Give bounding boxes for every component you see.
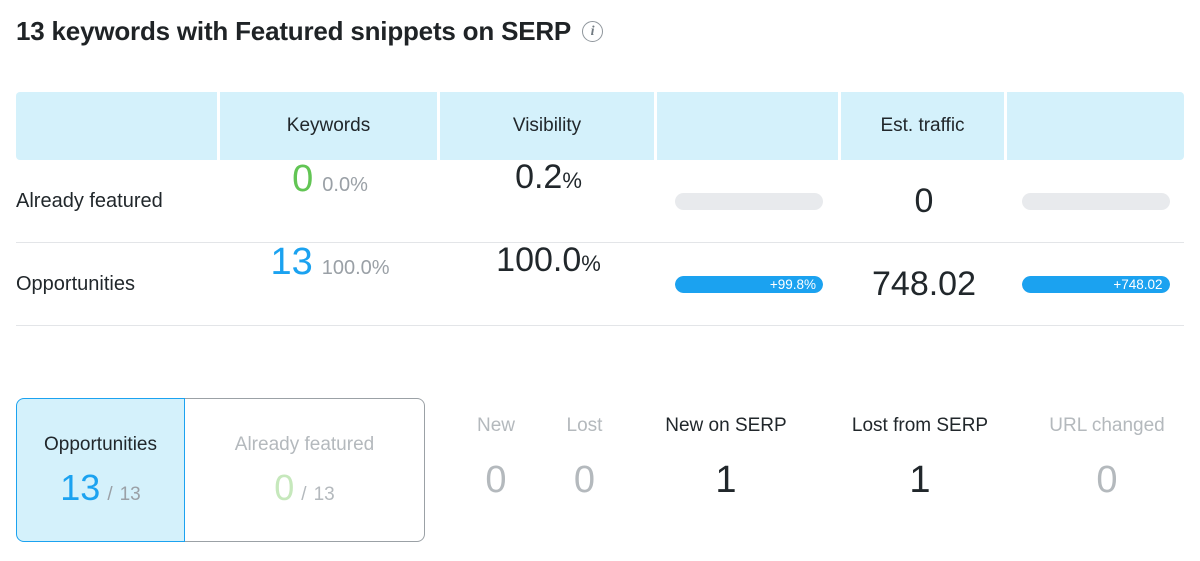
stat-new-label: New	[476, 415, 515, 436]
visibility-unit: %	[581, 251, 601, 276]
table-header-row: Keywords Visibility Est. traffic	[16, 92, 1184, 160]
visibility-progress-bar	[675, 192, 823, 210]
tab-already-featured-total: 13	[313, 484, 335, 505]
tab-opportunities-label: Opportunities	[43, 434, 157, 455]
stat-lost-value: 0	[573, 459, 596, 501]
table-header-cell-blank-left	[16, 92, 220, 160]
stat-url-changed-value: 0	[1096, 459, 1118, 501]
keywords-count: 0	[292, 158, 314, 200]
est-traffic-cell: 0	[841, 160, 1007, 242]
traffic-progress-bar	[1021, 192, 1170, 210]
page-title: 13 keywords with Featured snippets on SE…	[16, 16, 572, 46]
stat-lost-label: Lost	[566, 415, 603, 436]
tab-already-featured-separator: /	[301, 484, 307, 505]
stat-new-on-serp-label: New on SERP	[665, 415, 787, 436]
traffic-progress-label: +748.02	[1113, 276, 1163, 292]
tab-opportunities-value: 13	[60, 467, 101, 508]
panel-header: 13 keywords with Featured snippets on SE…	[16, 16, 604, 47]
stat-lost-from-serp-label: Lost from SERP	[851, 415, 989, 436]
keywords-percent: 0.0%	[322, 174, 368, 196]
stat-url-changed[interactable]: URL changed 0	[1017, 415, 1197, 499]
visibility-cell: 0.2 %	[440, 160, 657, 242]
est-traffic-cell: 748.02	[841, 243, 1007, 325]
table-header-cell-keywords: Keywords	[220, 92, 440, 160]
segment-tabs: Opportunities 13 / 13 Already featured 0…	[16, 398, 425, 542]
stat-new-on-serp[interactable]: New on SERP 1	[629, 415, 823, 499]
stat-new-on-serp-value: 1	[715, 459, 737, 501]
tab-already-featured-label: Already featured	[234, 434, 375, 455]
visibility-progress-fill: +99.8%	[675, 275, 823, 293]
table-header-cell-visibility: Visibility	[440, 92, 657, 160]
row-label: Opportunities	[16, 272, 135, 295]
table-row: Opportunities 13 100.0% 100.0 % +99.8% 7…	[16, 243, 1184, 326]
info-icon[interactable]: i	[582, 21, 604, 42]
table-header-cell-visibility-bar	[657, 92, 841, 160]
stat-lost-from-serp[interactable]: Lost from SERP 1	[823, 415, 1017, 499]
stat-url-changed-label: URL changed	[1049, 415, 1165, 436]
tab-already-featured[interactable]: Already featured 0 / 13	[185, 398, 425, 542]
stat-new-value: 0	[485, 459, 507, 501]
keywords-cell: 13 100.0%	[220, 243, 440, 325]
serp-change-stats: New 0 Lost 0 New on SERP 1 Lost from SER…	[452, 415, 1197, 499]
stat-new[interactable]: New 0	[452, 415, 540, 499]
tab-already-featured-value: 0	[274, 467, 295, 508]
table-row: Already featured 0 0.0% 0.2 % 0	[16, 160, 1184, 243]
table-header-cell-est-traffic: Est. traffic	[841, 92, 1007, 160]
row-label-cell: Already featured	[16, 160, 220, 242]
featured-snippets-panel: 13 keywords with Featured snippets on SE…	[0, 0, 1200, 561]
visibility-unit: %	[562, 168, 582, 193]
traffic-bar-cell: +748.02	[1007, 243, 1184, 325]
visibility-bar-cell	[657, 160, 841, 242]
row-label-cell: Opportunities	[16, 243, 220, 325]
keywords-count: 13	[270, 241, 313, 283]
keywords-cell: 0 0.0%	[220, 160, 440, 242]
traffic-progress-fill: +748.02	[1021, 275, 1170, 293]
visibility-value: 0.2	[515, 158, 563, 196]
row-label: Already featured	[16, 189, 163, 212]
traffic-bar-cell	[1007, 160, 1184, 242]
summary-table: Keywords Visibility Est. traffic Already…	[16, 92, 1184, 326]
est-traffic-value: 0	[914, 182, 934, 220]
traffic-progress-bar: +748.02	[1021, 275, 1170, 293]
visibility-bar-cell: +99.8%	[657, 243, 841, 325]
est-traffic-value: 748.02	[872, 265, 976, 303]
table-header-cell-traffic-bar	[1007, 92, 1184, 160]
visibility-value: 100.0	[496, 241, 582, 279]
stat-lost[interactable]: Lost 0	[540, 415, 629, 499]
stat-lost-from-serp-value: 1	[909, 459, 931, 501]
visibility-progress-label: +99.8%	[769, 276, 816, 292]
tab-opportunities[interactable]: Opportunities 13 / 13	[16, 398, 185, 542]
keywords-percent: 100.0%	[321, 257, 390, 279]
tab-opportunities-separator: /	[107, 484, 113, 505]
tab-opportunities-total: 13	[119, 484, 141, 505]
visibility-cell: 100.0 %	[440, 243, 657, 325]
visibility-progress-bar: +99.8%	[675, 275, 823, 293]
